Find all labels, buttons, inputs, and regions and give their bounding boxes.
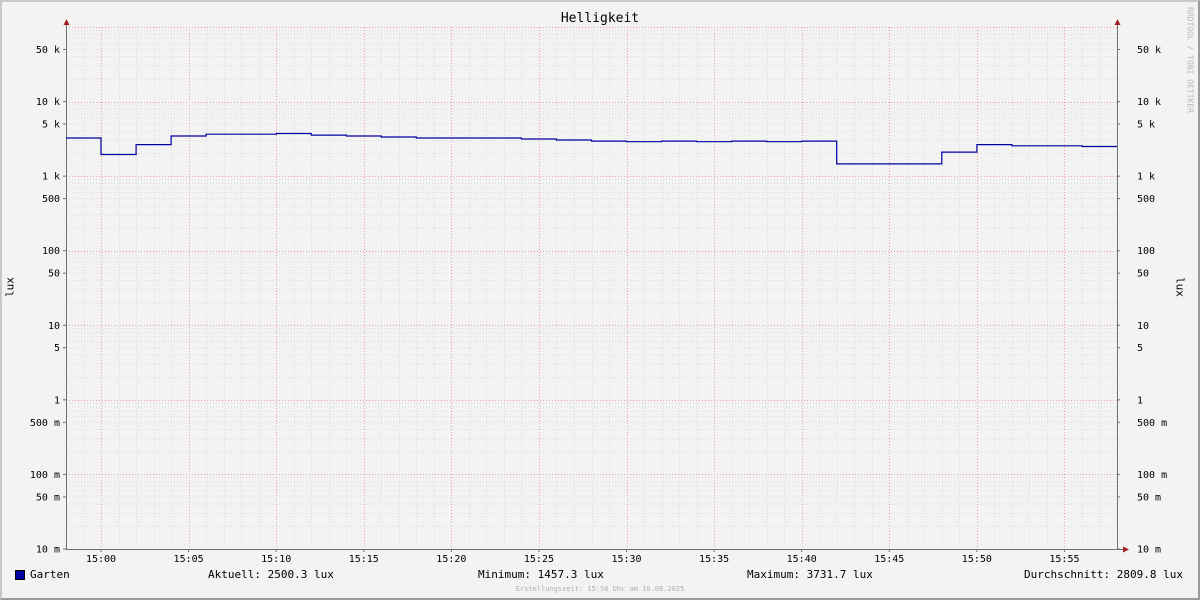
y-tick-label-right: 10 — [1137, 321, 1149, 332]
x-axis-arrow — [1123, 546, 1129, 553]
y-tick-label-left: 50 m — [36, 492, 60, 503]
y-tick-label-left: 500 — [42, 194, 60, 205]
x-tick-label: 15:20 — [436, 554, 466, 565]
y-tick-label-left: 5 k — [42, 120, 60, 131]
axes — [63, 19, 1129, 553]
stat-maximum: Maximum: 3731.7 lux — [747, 568, 873, 581]
y-axis-arrow-right — [1114, 19, 1121, 25]
x-tick-label: 15:00 — [86, 554, 116, 565]
x-tick-label: 15:10 — [261, 554, 291, 565]
footer-timestamp: Erstellungszeit: 15:58 Uhr am 10.08.2025 — [515, 585, 685, 593]
y-axis-arrow-left — [63, 19, 70, 25]
y-tick-label-left: 10 m — [36, 545, 60, 556]
plot-area: 50 k 50 k 10 k 10 k 5 k 5 k 1 k 1 k 500 500 100 100… — [30, 19, 1167, 565]
y-tick-label-right: 5 k — [1137, 120, 1155, 131]
x-tick-label: 15:55 — [1049, 554, 1079, 565]
legend-swatch — [15, 570, 25, 580]
y-tick-label-right: 10 m — [1137, 545, 1161, 556]
y-tick-label-right: 10 k — [1137, 97, 1161, 108]
y-tick-label-right: 500 — [1137, 194, 1155, 205]
y-tick-label-right: 5 — [1137, 343, 1143, 354]
y-tick-label-left: 50 k — [36, 45, 60, 56]
stat-minimum: Minimum: 1457.3 lux — [478, 568, 604, 581]
y-tick-label-left: 50 — [48, 269, 60, 280]
y-tick-labels: 50 k 50 k 10 k 10 k 5 k 5 k 1 k 1 k 500 500 100 100… — [30, 45, 1167, 556]
minor-grid — [66, 27, 1117, 549]
y-tick-label-right: 500 m — [1137, 418, 1167, 429]
x-tick-label: 15:30 — [611, 554, 641, 565]
y-tick-label-right: 1 k — [1137, 172, 1155, 183]
y-tick-label-right: 1 — [1137, 395, 1143, 406]
y-tick-label-right: 50 — [1137, 269, 1149, 280]
y-tick-label-right: 100 m — [1137, 470, 1167, 481]
x-tick-label: 15:50 — [962, 554, 992, 565]
y-tick-label-right: 50 m — [1137, 492, 1161, 503]
stat-current: Aktuell: 2500.3 lux — [208, 568, 334, 581]
legend-series-name: Garten — [30, 568, 70, 581]
y-tick-label-left: 10 — [48, 321, 60, 332]
x-tick-labels: 15:00 15:05 15:10 15:15 15:20 15:25 15:30 15:35… — [86, 554, 1080, 565]
stat-average: Durchschnitt: 2809.8 lux — [1024, 568, 1183, 581]
y-tick-label-left: 10 k — [36, 97, 60, 108]
x-tick-label: 15:45 — [874, 554, 904, 565]
x-tick-label: 15:05 — [174, 554, 204, 565]
y-tick-label-left: 1 k — [42, 172, 60, 183]
x-tick-label: 15:15 — [349, 554, 379, 565]
y-tick-label-left: 100 — [42, 246, 60, 257]
y-tick-label-left: 1 — [54, 395, 60, 406]
x-tick-label: 15:35 — [699, 554, 729, 565]
y-tick-label-left: 5 — [54, 343, 60, 354]
legend-row: Garten Aktuell: 2500.3 lux Minimum: 1457… — [0, 568, 1200, 584]
y-tick-label-left: 500 m — [30, 418, 60, 429]
y-tick-label-right: 100 — [1137, 246, 1155, 257]
y-tick-label-right: 50 k — [1137, 45, 1161, 56]
x-tick-label: 15:40 — [787, 554, 817, 565]
x-tick-label: 15:25 — [524, 554, 554, 565]
y-tick-label-left: 100 m — [30, 470, 60, 481]
